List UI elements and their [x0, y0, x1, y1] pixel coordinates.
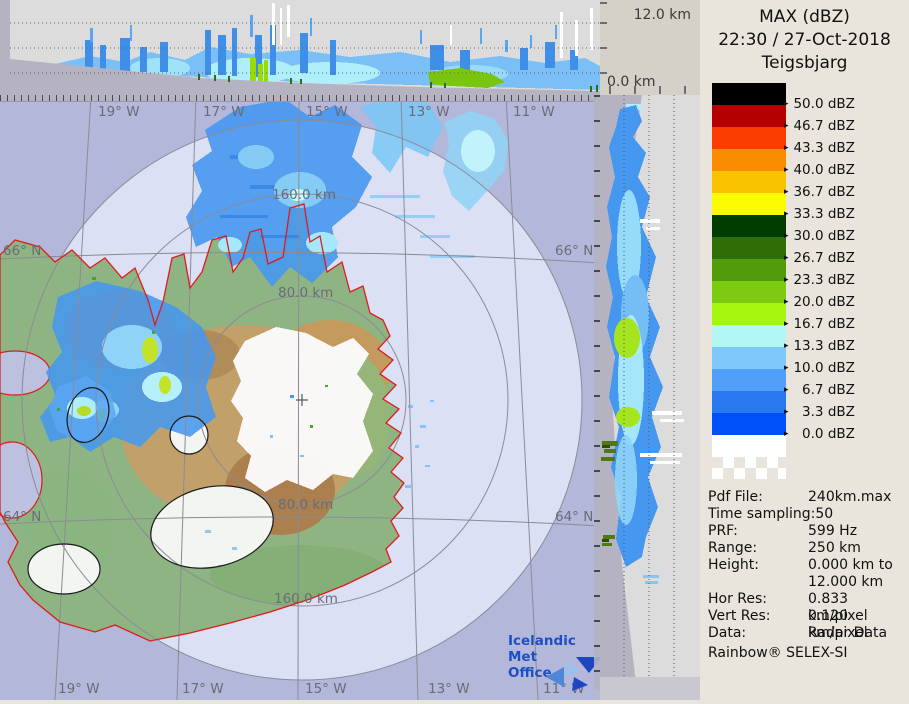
height-max-label: 12.0 km	[634, 7, 691, 23]
top-height-profile-panel	[0, 0, 600, 95]
legend-panel: MAX (dBZ) 22:30 / 27-Oct-2018 Teigsbjarg…	[700, 0, 909, 700]
top-profile-echo-art	[0, 0, 600, 95]
scale-label: ▸6.7 dBZ	[784, 382, 904, 398]
scale-band	[712, 171, 786, 193]
info-row: Data:Radar Data	[708, 625, 906, 642]
scale-band-below-min	[712, 435, 786, 457]
map-top-ruler	[0, 95, 600, 102]
scale-band	[712, 413, 786, 435]
scale-band	[712, 149, 786, 171]
met-office-logo: Icelandic Met Office	[508, 633, 603, 689]
scale-label: ▸36.7 dBZ	[784, 184, 904, 200]
legend-header: MAX (dBZ) 22:30 / 27-Oct-2018 Teigsbjarg	[700, 6, 909, 75]
info-row: Pdf File:240km.max	[708, 489, 906, 506]
scale-label: ▸43.3 dBZ	[784, 140, 904, 156]
scale-band	[712, 127, 786, 149]
info-row: Hor Res:0.833 km/pixel	[708, 591, 906, 608]
scale-label: ▸30.0 dBZ	[784, 228, 904, 244]
product-title: MAX (dBZ)	[700, 6, 909, 29]
scale-label: ▸20.0 dBZ	[784, 294, 904, 310]
scale-label: ▸13.3 dBZ	[784, 338, 904, 354]
radar-map-art	[0, 95, 600, 700]
product-info-list: Pdf File:240km.maxTime sampling:50PRF:59…	[708, 489, 906, 642]
scale-label: ▸3.3 dBZ	[784, 404, 904, 420]
scale-band	[712, 325, 786, 347]
scale-label: ▸23.3 dBZ	[784, 272, 904, 288]
station-name: Teigsbjarg	[700, 52, 909, 75]
height-scale-box: 12.0 km 0.0 km	[600, 0, 700, 95]
scale-label: ▸10.0 dBZ	[784, 360, 904, 376]
product-timestamp: 22:30 / 27-Oct-2018	[700, 29, 909, 52]
side-height-profile-panel	[600, 95, 700, 700]
height-min-label: 0.0 km	[607, 74, 655, 90]
info-row: Range:250 km	[708, 540, 906, 557]
scale-band	[712, 215, 786, 237]
brand-label: Rainbow® SELEX-SI	[708, 645, 847, 661]
scale-label: ▸40.0 dBZ	[784, 162, 904, 178]
color-scale	[712, 83, 786, 435]
scale-label: ▸33.3 dBZ	[784, 206, 904, 222]
scale-band	[712, 105, 786, 127]
scale-band	[712, 369, 786, 391]
info-row: PRF:599 Hz	[708, 523, 906, 540]
scale-band	[712, 83, 786, 105]
scale-label: ▸46.7 dBZ	[784, 118, 904, 134]
scale-band-transparent	[712, 457, 786, 479]
scale-band	[712, 347, 786, 369]
info-row: Time sampling:50	[708, 506, 906, 523]
scale-label: ▸16.7 dBZ	[784, 316, 904, 332]
scale-band	[712, 303, 786, 325]
height-ticks	[600, 0, 607, 95]
scale-band	[712, 281, 786, 303]
scale-label: ▸0.0 dBZ	[784, 426, 904, 442]
scale-label: ▸26.7 dBZ	[784, 250, 904, 266]
scale-label: ▸50.0 dBZ	[784, 96, 904, 112]
radar-map: 19° W19° W17° W17° W15° W15° W13° W13° W…	[0, 95, 600, 700]
info-row: Height:0.000 km to 12.000 km	[708, 557, 906, 591]
scale-band	[712, 193, 786, 215]
scale-band	[712, 237, 786, 259]
radar-application-window: { "panel": { "height_top": "12.0 km", "h…	[0, 0, 909, 700]
info-row: Vert Res:0.120 km/pixel	[708, 608, 906, 625]
scale-band	[712, 259, 786, 281]
scale-band	[712, 391, 786, 413]
side-profile-echo-art	[600, 95, 700, 700]
